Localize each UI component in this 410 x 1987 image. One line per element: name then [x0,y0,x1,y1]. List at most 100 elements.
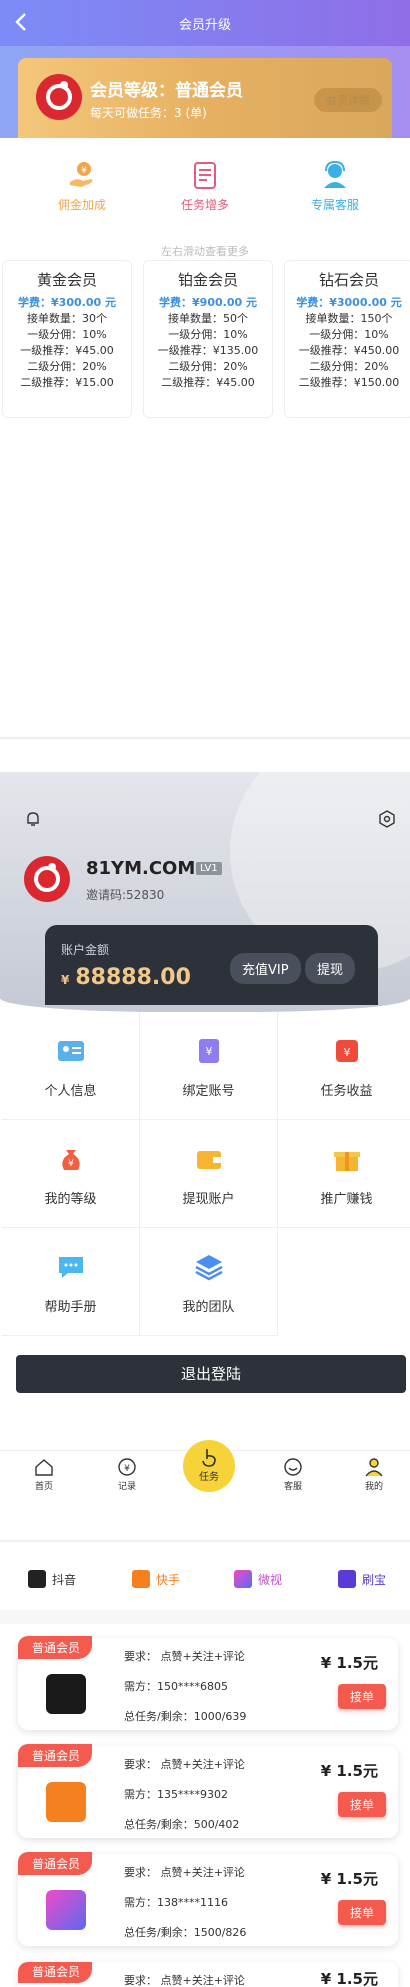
feature-more-tasks: 任务增多 [155,160,255,213]
record-icon: ¥ [117,1457,137,1477]
platform-kuaishou[interactable]: 快手 [132,1570,180,1588]
svg-text:¥: ¥ [343,1046,350,1059]
svg-text:¥: ¥ [68,1159,74,1169]
id-card-icon [56,1036,86,1066]
user-icon [364,1457,384,1477]
recharge-vip-button[interactable]: 充值VIP [230,953,301,984]
tab-label: 首页 [34,1482,53,1492]
menu-personal-info[interactable]: 个人信息 [2,1012,140,1120]
hand-tap-icon [198,1446,220,1468]
task-remaining: 总任务/剩余：1500/826 [124,1926,247,1939]
tiktok-icon [28,1570,46,1588]
smile-icon [283,1457,303,1477]
logout-button[interactable]: 退出登陆 [16,1355,406,1393]
member-badge: 普通会员 [18,1962,93,1983]
tab-task[interactable]: 任务 [183,1440,235,1492]
task-price: ¥ 1.5元 [320,1762,378,1780]
tab-service[interactable]: 客服 [263,1451,323,1492]
wallet-income-icon: ¥ [332,1036,362,1066]
currency-symbol: ¥ [61,973,70,987]
feature-label: 专属客服 [310,198,359,212]
user-level-badge: LV1 [196,862,222,875]
plan-l1-share: 一级分佣：10% [309,328,389,341]
weishi-icon [46,1890,86,1930]
plan-card-gold[interactable]: 黄金会员 学费：¥300.00 元 接单数量：30个 一级分佣：10% 一级推荐… [2,260,132,418]
plan-l2-ref: 二级推荐：¥150.00 [298,376,400,389]
platform-label: 微视 [258,1572,283,1587]
member-level: 会员等级：普通会员 [90,81,243,101]
accept-task-button[interactable]: 接单 [337,1792,386,1817]
tab-label: 客服 [283,1482,302,1492]
member-card: 会员等级：普通会员 每天可做任务：3 (单) 会员详情 [18,58,392,138]
balance-card: 账户金额 ¥88888.00 充值VIP 提现 [45,925,378,1005]
task-requirement: 要求： 点赞+关注+评论 [124,1758,245,1771]
platform-label: 快手 [156,1572,181,1587]
plan-l1-share: 一级分佣：10% [168,328,248,341]
task-price: ¥ 1.5元 [320,1654,378,1672]
page-title: 会员升级 [178,18,231,33]
task-requirement: 要求： 点赞+关注+评论 [124,1650,245,1663]
balance-amount: ¥88888.00 [61,965,191,990]
menu-label: 提现账户 [182,1192,235,1207]
menu-bind-account[interactable]: ¥ 绑定账号 [140,1012,278,1120]
plan-card-diamond[interactable]: 钻石会员 学费：¥3000.00 元 接单数量：150个 一级分佣：10% 一级… [284,260,410,418]
platform-shuabao[interactable]: 刷宝 [338,1570,386,1588]
menu-withdraw-account[interactable]: 提现账户 [140,1120,278,1228]
layers-icon [194,1252,224,1282]
plan-l1-ref: 一级推荐：¥45.00 [20,344,114,357]
accept-task-button[interactable]: 接单 [337,1684,386,1709]
menu-label: 绑定账号 [182,1084,235,1099]
avatar[interactable] [24,856,70,902]
tab-record[interactable]: ¥ 记录 [97,1451,157,1492]
task-requirement: 要求： 点赞+关注+评论 [124,1974,245,1987]
menu-my-level[interactable]: ¥ 我的等级 [2,1120,140,1228]
platform-weishi[interactable]: 微视 [234,1570,282,1588]
chat-bubble-icon [56,1252,86,1282]
platform-douyin[interactable]: 抖音 [28,1570,76,1588]
plan-l1-ref: 一级推荐：¥450.00 [298,344,400,357]
plan-count: 接单数量：30个 [27,312,107,325]
tab-home[interactable]: 首页 [14,1451,74,1492]
plan-count: 接单数量：50个 [168,312,248,325]
user-name: 81YM.COM [86,858,196,879]
plan-name: 铂金会员 [177,271,238,289]
gift-icon [332,1144,362,1174]
balance-label: 账户金额 [61,943,110,957]
header-bar: 会员升级 [0,0,410,46]
svg-text:¥: ¥ [81,166,87,176]
settings-hexagon-icon[interactable] [378,810,396,828]
wallet-icon [194,1144,224,1174]
task-card: 普通会员 要求： 点赞+关注+评论 需方：138****1116 总任务/剩余：… [18,1852,398,1946]
platform-tabs: 抖音 快手 微视 刷宝 [0,1560,410,1600]
menu-label: 个人信息 [44,1084,97,1099]
invite-code: 邀请码:52830 [86,888,165,902]
balance-value: 88888.00 [75,965,191,990]
money-bag-icon: ¥ [56,1144,86,1174]
menu-help[interactable]: 帮助手册 [2,1228,140,1336]
svg-text:¥: ¥ [124,1464,130,1474]
menu-label: 任务收益 [320,1084,373,1099]
menu-task-income[interactable]: ¥ 任务收益 [278,1012,410,1120]
accept-task-button[interactable]: 接单 [337,1900,386,1925]
plan-name: 钻石会员 [318,271,379,289]
member-badge: 普通会员 [18,1636,93,1659]
menu-my-team[interactable]: 我的团队 [140,1228,278,1336]
plan-card-platinum[interactable]: 铂金会员 学费：¥900.00 元 接单数量：50个 一级分佣：10% 一级推荐… [143,260,273,418]
member-detail-button[interactable]: 会员详情 [314,88,382,112]
task-card: 普通会员 要求： 点赞+关注+评论 ¥ 1.5元 [18,1962,398,1987]
feature-label: 任务增多 [180,198,229,212]
menu-promote[interactable]: 推广赚钱 [278,1120,410,1228]
tab-mine[interactable]: 我的 [344,1451,404,1492]
svg-text:¥: ¥ [205,1045,212,1058]
withdraw-button[interactable]: 提现 [305,953,356,984]
bell-icon[interactable] [24,810,42,828]
plan-l2-share: 二级分佣：20% [27,360,107,373]
plan-name: 黄金会员 [36,271,97,289]
daily-tasks: 每天可做任务：3 (单) [90,106,207,120]
task-card: 普通会员 要求： 点赞+关注+评论 需方：135****9302 总任务/剩余：… [18,1744,398,1838]
task-requester: 需方：138****1116 [124,1896,228,1909]
task-price: ¥ 1.5元 [320,1970,378,1987]
hand-coin-icon: ¥ [67,160,97,190]
platform-label: 抖音 [52,1572,77,1587]
plan-fee: 学费：¥3000.00 元 [296,296,402,309]
